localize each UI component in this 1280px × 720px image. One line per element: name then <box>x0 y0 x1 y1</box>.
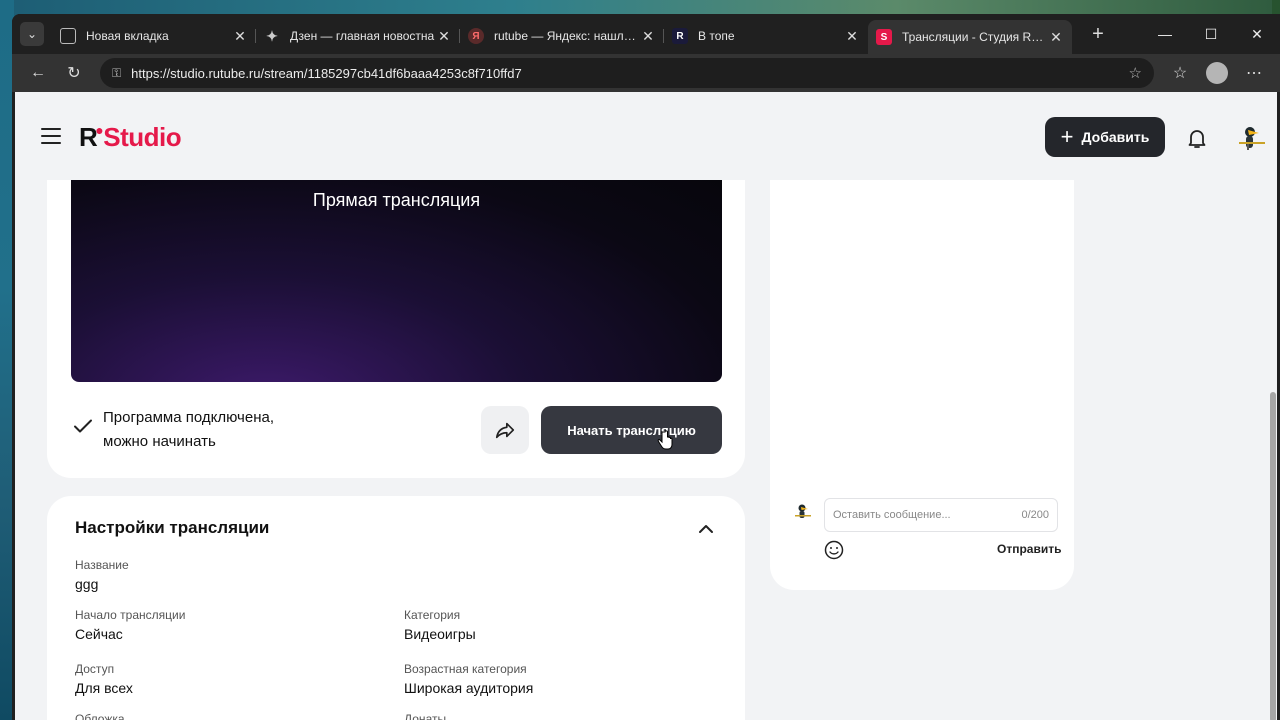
field-name: Название ggg <box>75 558 129 592</box>
tab-list-button[interactable]: ⌄ <box>20 22 44 46</box>
start-stream-button[interactable]: Начать трансляцию <box>541 406 722 454</box>
field-access: Доступ Для всех <box>75 662 133 696</box>
chat-message-input[interactable]: Оставить сообщение... 0/200 <box>824 498 1058 532</box>
tab-title: В топе <box>698 29 735 43</box>
chat-placeholder: Оставить сообщение... <box>833 509 951 521</box>
share-icon <box>495 422 515 439</box>
field-age-rating: Возрастная категория Широкая аудитория <box>404 662 533 696</box>
chat-user-avatar <box>795 504 811 518</box>
field-label: Доступ <box>75 662 115 676</box>
studio-header: R●Studio + Добавить <box>15 92 1269 180</box>
field-value: Широкая аудитория <box>404 680 534 696</box>
tab-title: rutube — Яндекс: нашлось <box>494 29 640 43</box>
address-bar[interactable]: ⚿ https://studio.rutube.ru/stream/118529… <box>100 58 1154 88</box>
tab-bar: ⌄ Новая вкладка ✕ ✦ Дзен — главная новос… <box>12 14 1280 54</box>
add-button[interactable]: + Добавить <box>1045 117 1165 157</box>
field-category: Категория Видеоигры <box>404 608 476 642</box>
field-label: Название <box>75 558 129 572</box>
page-icon <box>60 28 76 44</box>
rutube-icon: R <box>672 28 688 44</box>
emoji-icon[interactable] <box>824 540 844 560</box>
more-icon[interactable]: ⋯ <box>1236 63 1272 83</box>
check-icon <box>74 419 92 433</box>
menu-icon[interactable] <box>41 128 61 149</box>
stream-preview: Прямая трансляция <box>71 180 722 382</box>
window-controls: — ☐ ✕ <box>1142 14 1280 54</box>
settings-title: Настройки трансляции <box>75 518 270 537</box>
field-donations: Донаты <box>404 712 446 720</box>
new-tab-button[interactable]: + <box>1086 23 1110 46</box>
user-avatar[interactable] <box>1235 120 1269 154</box>
preview-title: Прямая трансляция <box>312 190 481 210</box>
field-label: Обложка <box>75 712 125 720</box>
start-stream-label: Начать трансляцию <box>567 422 696 438</box>
site-info-icon[interactable]: ⚿ <box>112 66 121 81</box>
page-scrollbar[interactable] <box>1269 92 1277 720</box>
sparkle-icon: ✦ <box>266 27 278 44</box>
favorites-icon[interactable]: ☆ <box>1162 63 1198 83</box>
close-icon[interactable]: ✕ <box>1048 29 1064 46</box>
field-value: Для всех <box>75 680 133 696</box>
stream-settings-card: Настройки трансляции Название ggg Начало… <box>47 496 745 720</box>
scrollbar-thumb[interactable] <box>1270 392 1276 720</box>
close-icon[interactable]: ✕ <box>436 28 452 45</box>
star-icon[interactable]: ☆ <box>1129 64 1142 82</box>
rutube-studio-logo[interactable]: R●Studio <box>79 122 182 153</box>
chevron-down-icon: ⌄ <box>26 27 38 41</box>
close-icon[interactable]: ✕ <box>232 28 248 45</box>
url-text: https://studio.rutube.ru/stream/1185297c… <box>131 65 522 81</box>
tab-yandex[interactable]: Я rutube — Яндекс: нашлось ✕ <box>460 21 664 51</box>
field-start-time: Начало трансляции Сейчас <box>75 608 185 642</box>
web-page: R●Studio + Добавить Прямая трансляция Пр… <box>15 92 1277 720</box>
plus-icon: + <box>1060 124 1074 149</box>
add-button-label: Добавить <box>1081 129 1150 145</box>
close-icon[interactable]: ✕ <box>844 28 860 45</box>
browser-toolbar: ← ↻ ⚿ https://studio.rutube.ru/stream/11… <box>12 54 1280 92</box>
status-text-line1: Программа подключена, <box>103 409 274 426</box>
send-button[interactable]: Отправить <box>997 542 1061 556</box>
yandex-icon: Я <box>468 28 484 44</box>
studio-icon: S <box>876 29 892 45</box>
status-text-line2: можно начинать <box>103 433 216 450</box>
field-label: Категория <box>404 608 461 622</box>
tab-dzen[interactable]: ✦ Дзен — главная новостна ✕ <box>256 21 460 51</box>
bell-icon[interactable] <box>1185 126 1209 150</box>
field-label: Возрастная категория <box>404 662 527 676</box>
chevron-up-icon[interactable] <box>697 520 715 538</box>
chat-card: Оставить сообщение... 0/200 Отправить <box>770 180 1074 590</box>
field-cover: Обложка <box>75 712 125 720</box>
profile-icon[interactable] <box>1206 62 1228 84</box>
tab-v-tope[interactable]: R В топе ✕ <box>664 21 868 51</box>
minimize-icon[interactable]: — <box>1142 26 1188 42</box>
field-value: ggg <box>75 576 99 592</box>
browser-window: ⌄ Новая вкладка ✕ ✦ Дзен — главная новос… <box>12 14 1280 720</box>
tab-studio[interactable]: S Трансляции - Студия RUTUBE ✕ <box>868 20 1072 54</box>
back-icon[interactable]: ← <box>20 64 56 82</box>
share-button[interactable] <box>481 406 529 454</box>
connection-status: Программа подключена, можно начинать <box>71 406 333 454</box>
maximize-icon[interactable]: ☐ <box>1188 26 1234 43</box>
chat-char-counter: 0/200 <box>1021 509 1049 521</box>
field-label: Донаты <box>404 712 447 720</box>
field-value: Сейчас <box>75 626 123 642</box>
field-value: Видеоигры <box>404 626 476 642</box>
field-label: Начало трансляции <box>75 608 186 622</box>
tab-new-tab[interactable]: Новая вкладка ✕ <box>52 21 256 51</box>
tab-title: Дзен — главная новостна <box>290 29 435 43</box>
tab-title: Трансляции - Студия RUTUBE <box>902 30 1048 44</box>
reload-icon[interactable]: ↻ <box>56 63 92 83</box>
tab-title: Новая вкладка <box>86 29 169 43</box>
close-icon[interactable]: ✕ <box>640 28 656 45</box>
hand-cursor-icon <box>657 430 673 450</box>
stream-card: Прямая трансляция Программа подключена, … <box>47 180 745 478</box>
close-window-icon[interactable]: ✕ <box>1234 26 1280 43</box>
